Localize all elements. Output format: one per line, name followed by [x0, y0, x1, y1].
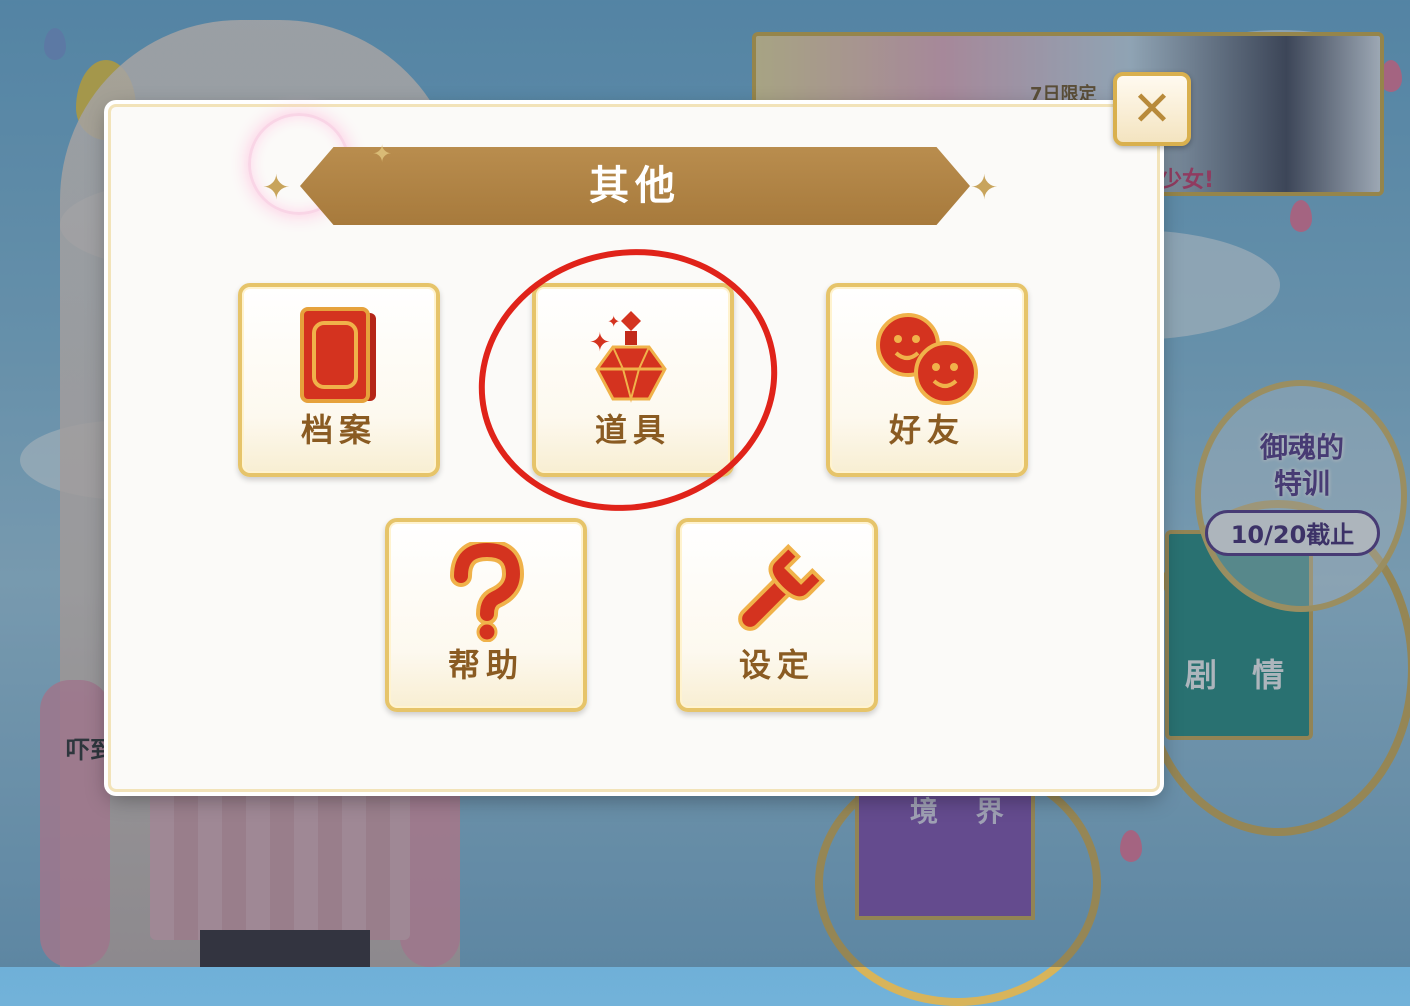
card-icon	[294, 307, 384, 411]
tile-label: 好友	[888, 411, 965, 449]
tile-settings[interactable]: 设定	[676, 518, 878, 712]
tile-archive[interactable]: 档案	[238, 283, 440, 477]
close-button[interactable]: ✕	[1113, 72, 1191, 146]
wrench-icon	[727, 542, 827, 646]
help-icon	[441, 538, 531, 646]
tile-friends[interactable]: 好友	[826, 283, 1028, 477]
sparkle-icon: ✦	[970, 168, 999, 208]
tile-label: 设定	[738, 646, 815, 684]
close-icon: ✕	[1131, 81, 1173, 137]
tile-help[interactable]: 帮助	[385, 518, 587, 712]
friends-icon	[872, 307, 982, 411]
sparkle-icon: ✦	[262, 168, 291, 208]
tile-label: 档案	[300, 411, 377, 449]
dialog-title: 其他	[589, 163, 681, 209]
sparkle-icon: ✦	[372, 140, 393, 168]
tile-label: 帮助	[447, 646, 524, 684]
